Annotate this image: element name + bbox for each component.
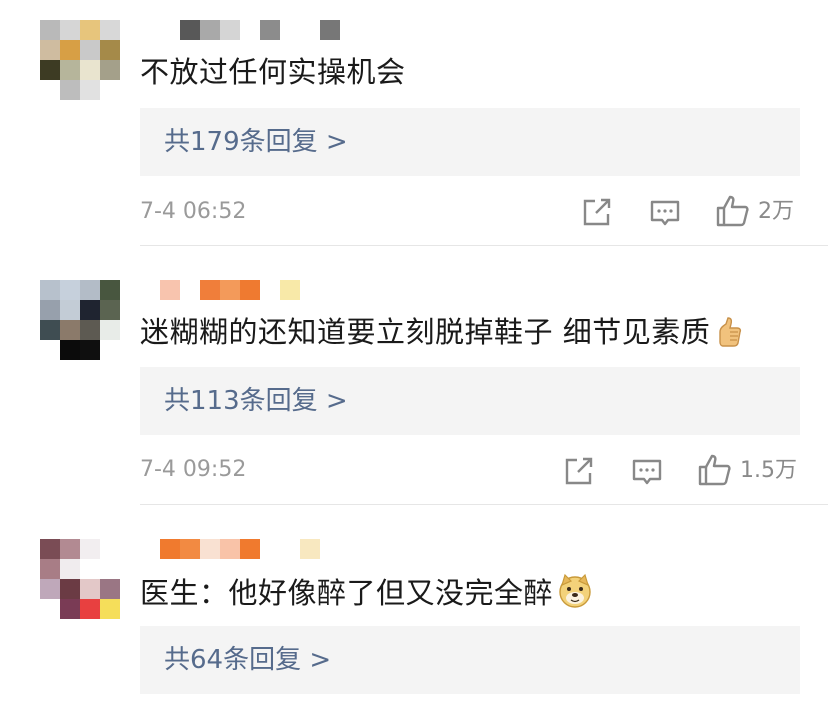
like-count: 2万	[758, 199, 794, 224]
divider	[140, 504, 828, 505]
username[interactable]	[140, 280, 300, 300]
reply-count-label: 共64条回复 >	[164, 645, 332, 675]
comment-icon[interactable]	[649, 197, 681, 229]
comment-text: 医生：他好像醉了但又没完全醉	[140, 573, 593, 611]
like-icon[interactable]	[697, 453, 733, 487]
avatar[interactable]	[40, 280, 120, 360]
avatar[interactable]	[40, 20, 120, 100]
reply-count-button[interactable]: 共64条回复 >	[140, 626, 800, 694]
reply-count-label: 共179条回复 >	[164, 127, 348, 157]
comment-time: 7-4 09:52	[140, 457, 247, 482]
reply-count-label: 共113条回复 >	[164, 386, 348, 416]
like-count: 1.5万	[740, 458, 797, 483]
comment-icon[interactable]	[631, 456, 663, 488]
username[interactable]	[140, 20, 340, 40]
avatar[interactable]	[40, 539, 120, 619]
comment-text-content: 医生：他好像醉了但又没完全醉	[140, 576, 554, 610]
comment-time: 7-4 06:52	[140, 199, 247, 224]
thumbs-up-emoji-icon	[719, 317, 742, 347]
doge-emoji-icon	[559, 573, 591, 608]
share-icon[interactable]	[581, 196, 613, 228]
comment-text: 迷糊糊的还知道要立刻脱掉鞋子 细节见素质	[140, 314, 742, 350]
divider	[140, 245, 828, 246]
reply-count-button[interactable]: 共179条回复 >	[140, 108, 800, 176]
comment-text: 不放过任何实操机会	[140, 55, 406, 89]
like-icon[interactable]	[715, 194, 751, 228]
share-icon[interactable]	[563, 455, 595, 487]
username[interactable]	[140, 539, 320, 559]
comment-text-content: 迷糊糊的还知道要立刻脱掉鞋子 细节见素质	[140, 315, 711, 349]
reply-count-button[interactable]: 共113条回复 >	[140, 367, 800, 435]
